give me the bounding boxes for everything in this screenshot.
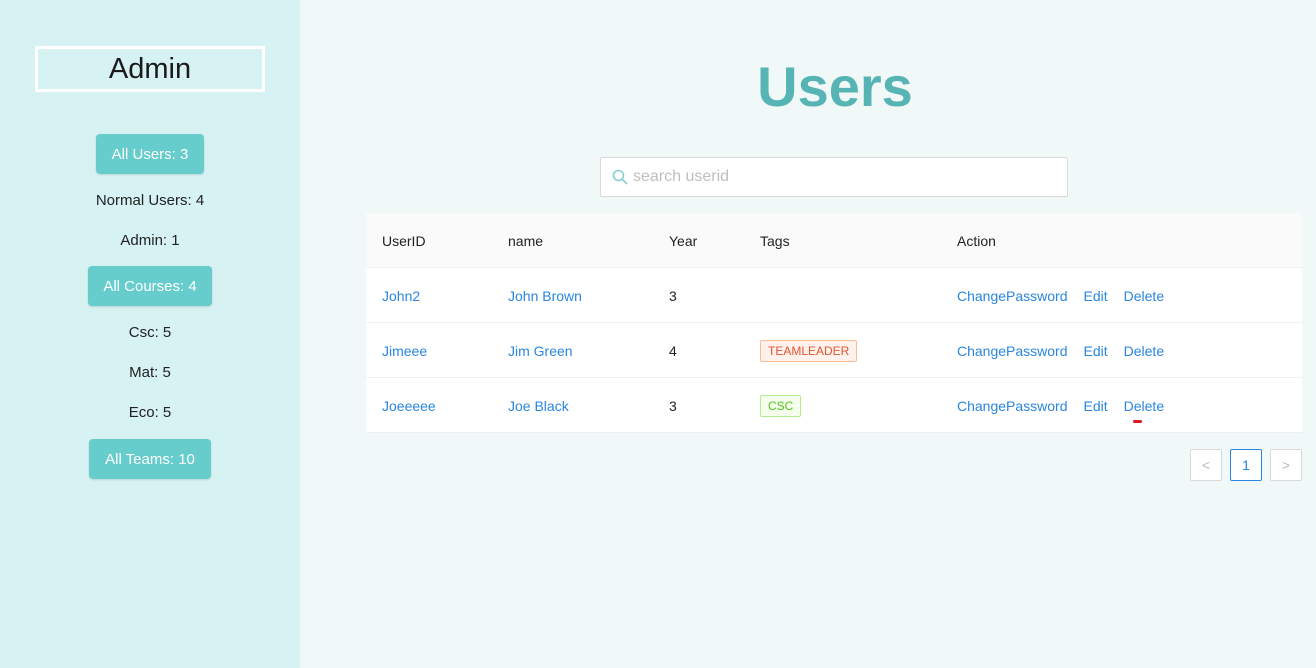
header-tags: Tags [760, 232, 790, 249]
table-row: Jimeee Jim Green 4 TEAMLEADER ChangePass… [366, 323, 1302, 378]
csc-stat: Csc: 5 [128, 324, 172, 341]
next-page-button[interactable]: > [1270, 449, 1302, 481]
all-teams-button[interactable]: All Teams: 10 [89, 439, 211, 479]
prev-page-button[interactable]: < [1190, 449, 1222, 481]
delete-link[interactable]: Delete [1124, 343, 1164, 359]
search-icon [612, 169, 628, 185]
admin-stat: Admin: 1 [120, 232, 180, 249]
name-link[interactable]: Joe Black [508, 398, 569, 414]
normal-users-stat: Normal Users: 4 [95, 192, 205, 209]
table-row: John2 John Brown 3 ChangePassword Edit D… [366, 268, 1302, 323]
tag-csc: CSC [760, 394, 802, 417]
users-table: UserID name Year Tags Action John2 John … [366, 213, 1302, 433]
chevron-left-icon: < [1201, 457, 1211, 473]
mat-stat: Mat: 5 [129, 364, 171, 381]
search-input[interactable] [633, 168, 1053, 186]
header-userid: UserID [382, 232, 426, 249]
name-link[interactable]: John Brown [508, 288, 582, 304]
change-password-link[interactable]: ChangePassword [957, 343, 1068, 359]
delete-link[interactable]: Delete [1124, 288, 1164, 304]
delete-link[interactable]: Delete [1124, 398, 1164, 414]
sidebar-title: Admin [35, 46, 265, 92]
table-header: UserID name Year Tags Action [366, 213, 1302, 268]
year-cell: 3 [669, 397, 677, 414]
eco-stat: Eco: 5 [128, 404, 172, 421]
action-cell: ChangePassword Edit Delete [957, 268, 1164, 323]
action-cell: ChangePassword Edit Delete [957, 378, 1164, 433]
chevron-right-icon: > [1281, 457, 1291, 473]
cursor-mark [1133, 420, 1142, 423]
header-name: name [508, 232, 544, 249]
userid-link[interactable]: Joeeeee [382, 398, 436, 414]
userid-link[interactable]: John2 [382, 288, 420, 304]
name-link[interactable]: Jim Green [508, 343, 573, 359]
all-courses-button[interactable]: All Courses: 4 [88, 266, 212, 306]
header-action: Action [957, 232, 996, 249]
tag-teamleader: TEAMLEADER [760, 339, 858, 362]
edit-link[interactable]: Edit [1084, 343, 1108, 359]
table-row: Joeeeee Joe Black 3 CSC ChangePassword E… [366, 378, 1302, 433]
page-1-button[interactable]: 1 [1230, 449, 1262, 481]
header-year: Year [669, 232, 698, 249]
page-title: Users [757, 55, 913, 118]
userid-link[interactable]: Jimeee [382, 343, 427, 359]
tags-cell: TEAMLEADER [760, 323, 858, 378]
action-cell: ChangePassword Edit Delete [957, 323, 1164, 378]
tags-cell: CSC [760, 378, 802, 433]
year-cell: 3 [669, 287, 677, 304]
all-users-button[interactable]: All Users: 3 [96, 134, 204, 174]
change-password-link[interactable]: ChangePassword [957, 398, 1068, 414]
year-cell: 4 [669, 342, 677, 359]
search-box [600, 157, 1068, 197]
edit-link[interactable]: Edit [1084, 398, 1108, 414]
sidebar: Admin All Users: 3 Normal Users: 4 Admin… [0, 0, 300, 668]
edit-link[interactable]: Edit [1084, 288, 1108, 304]
change-password-link[interactable]: ChangePassword [957, 288, 1068, 304]
